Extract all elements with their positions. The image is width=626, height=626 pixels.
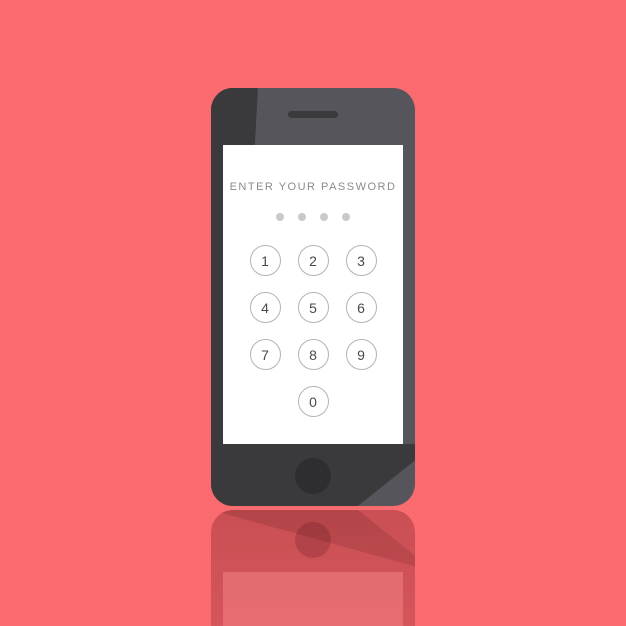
reflection-screen (223, 572, 403, 626)
reflection-body (211, 510, 415, 626)
phone-device: ENTER YOUR PASSWORD 1 2 3 4 5 6 7 8 9 0 (211, 88, 415, 506)
keypad-row: 0 (297, 386, 329, 417)
keypad-key-2[interactable]: 2 (297, 245, 329, 276)
keypad-key-4[interactable]: 4 (249, 292, 281, 323)
password-dot (276, 213, 284, 221)
password-dot (320, 213, 328, 221)
keypad-key-3[interactable]: 3 (345, 245, 377, 276)
phone-reflection (211, 510, 415, 626)
earpiece-speaker-icon (288, 111, 338, 118)
reflection-home-button (295, 522, 331, 558)
page-title: ENTER YOUR PASSWORD (229, 181, 397, 193)
keypad-key-6[interactable]: 6 (345, 292, 377, 323)
keypad-key-1[interactable]: 1 (249, 245, 281, 276)
keypad-key-5[interactable]: 5 (297, 292, 329, 323)
keypad-key-9[interactable]: 9 (345, 339, 377, 370)
password-dot (342, 213, 350, 221)
numeric-keypad: 1 2 3 4 5 6 7 8 9 0 (223, 245, 403, 417)
password-dots (223, 213, 403, 221)
illustration-scene: ENTER YOUR PASSWORD 1 2 3 4 5 6 7 8 9 0 (0, 0, 626, 626)
reflection-bezel-shadow (211, 510, 415, 572)
keypad-key-8[interactable]: 8 (297, 339, 329, 370)
keypad-key-7[interactable]: 7 (249, 339, 281, 370)
phone-screen: ENTER YOUR PASSWORD 1 2 3 4 5 6 7 8 9 0 (223, 145, 403, 444)
password-dot (298, 213, 306, 221)
keypad-row: 4 5 6 (249, 292, 377, 323)
keypad-key-0[interactable]: 0 (297, 386, 329, 417)
keypad-row: 7 8 9 (249, 339, 377, 370)
home-button[interactable] (295, 458, 331, 494)
keypad-row: 1 2 3 (249, 245, 377, 276)
